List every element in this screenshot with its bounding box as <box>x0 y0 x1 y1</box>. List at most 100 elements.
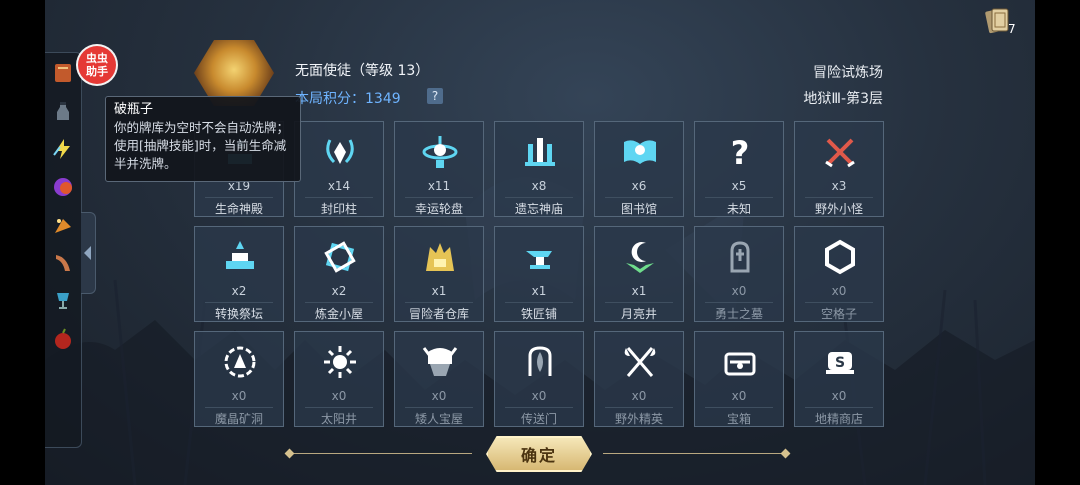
location-cell[interactable]: x0 矮人宝屋 <box>394 331 484 427</box>
location-label: 遗忘神庙 <box>514 202 563 216</box>
location-divider <box>305 197 373 198</box>
location-label: 未知 <box>726 202 751 216</box>
location-count: x2 <box>331 284 347 298</box>
location-cell[interactable]: x0 空格子 <box>794 226 884 322</box>
tomb-icon <box>730 241 750 273</box>
lightning-relic-icon[interactable] <box>51 137 75 161</box>
location-count: x0 <box>631 389 647 403</box>
confirm-button[interactable]: 确定 <box>486 436 592 472</box>
location-cell[interactable]: x2 炼金小屋 <box>294 226 384 322</box>
location-divider <box>605 407 673 408</box>
location-label: 图书馆 <box>620 202 657 216</box>
horn-relic-icon[interactable] <box>51 251 75 275</box>
location-count: x0 <box>731 389 747 403</box>
location-cell[interactable]: x0 勇士之墓 <box>694 226 784 322</box>
crossed-swords-icon <box>825 138 855 168</box>
location-cell[interactable]: x0 魔晶矿洞 <box>194 331 284 427</box>
game-screen: 虫虫 助手 破瓶子 你的牌库为空时不会自动洗牌；使用[抽牌技能]时，当前生命减半… <box>45 0 1035 485</box>
location-count: x1 <box>531 284 547 298</box>
location-divider <box>305 302 373 303</box>
location-divider <box>705 407 773 408</box>
location-cell[interactable]: x1 月亮井 <box>594 226 684 322</box>
location-count: x0 <box>831 389 847 403</box>
location-label: 野外小怪 <box>814 202 863 216</box>
helper-badge[interactable]: 虫虫 助手 <box>78 46 116 84</box>
location-divider <box>805 197 873 198</box>
goblet-relic-icon[interactable] <box>51 289 75 313</box>
location-label: 地精商店 <box>814 412 863 426</box>
location-label: 生命神殿 <box>214 202 263 216</box>
location-count: x3 <box>831 179 847 193</box>
location-label: 太阳井 <box>320 412 357 426</box>
score-help-button[interactable]: ? <box>427 88 443 104</box>
location-cell[interactable]: x1 铁匠铺 <box>494 226 584 322</box>
location-cell[interactable]: Sx0 地精商店 <box>794 331 884 427</box>
location-divider <box>605 302 673 303</box>
location-count: x0 <box>731 284 747 298</box>
location-label: 野外精英 <box>614 412 663 426</box>
location-label: 传送门 <box>520 412 557 426</box>
location-count: x5 <box>731 179 747 193</box>
location-divider <box>205 407 273 408</box>
location-count: x0 <box>231 389 247 403</box>
location-cell[interactable]: x0 太阳井 <box>294 331 384 427</box>
hero-name: 无面使徒（等级 13） <box>295 63 430 79</box>
location-cell[interactable]: x3 野外小怪 <box>794 121 884 217</box>
location-divider <box>505 407 573 408</box>
collapse-sidebar-button[interactable] <box>81 212 96 294</box>
location-label: 炼金小屋 <box>314 307 363 321</box>
location-cell[interactable]: x0 宝箱 <box>694 331 784 427</box>
apple-relic-icon[interactable] <box>51 327 75 351</box>
location-cell[interactable]: x6 图书馆 <box>594 121 684 217</box>
location-cell[interactable]: x11 幸运轮盘 <box>394 121 484 217</box>
location-cell[interactable]: ? x5 未知 <box>694 121 784 217</box>
location-label: 冒险者仓库 <box>408 307 469 321</box>
tooltip-description: 你的牌库为空时不会自动洗牌；使用[抽牌技能]时，当前生命减半并洗牌。 <box>114 120 290 171</box>
mode-floor: 地狱Ⅲ-第3层 <box>803 91 883 107</box>
seal-pillar-icon <box>326 139 354 164</box>
location-label: 铁匠铺 <box>520 307 557 321</box>
score-value: 1349 <box>365 91 401 107</box>
location-label: 矮人宝屋 <box>414 412 463 426</box>
location-cell[interactable]: x2 转换祭坛 <box>194 226 284 322</box>
location-cell[interactable]: x0 野外精英 <box>594 331 684 427</box>
dwarf-helmet-icon <box>422 347 458 376</box>
ruins-icon <box>525 138 555 166</box>
question-icon: ? <box>731 134 750 172</box>
location-label: 魔晶矿洞 <box>214 412 263 426</box>
svg-text:?: ? <box>731 134 750 172</box>
location-divider <box>705 302 773 303</box>
alchemy-icon <box>324 241 356 273</box>
location-count: x6 <box>631 179 647 193</box>
location-count: x8 <box>531 179 547 193</box>
divider-left <box>290 453 472 454</box>
location-cell[interactable]: x8 遗忘神庙 <box>494 121 584 217</box>
location-divider <box>505 302 573 303</box>
crossed-axes-icon <box>624 347 656 377</box>
scroll-relic-icon[interactable] <box>51 61 75 85</box>
orb-relic-icon[interactable] <box>51 175 75 199</box>
location-count: x11 <box>427 179 451 193</box>
broken-bottle-icon[interactable] <box>51 99 75 123</box>
location-cell[interactable]: x14 封印柱 <box>294 121 384 217</box>
mode-name: 冒险试炼场 <box>813 65 883 81</box>
location-divider <box>205 197 273 198</box>
moon-well-icon <box>626 242 654 273</box>
location-label: 勇士之墓 <box>714 307 763 321</box>
claw-relic-icon[interactable] <box>51 213 75 237</box>
location-cell[interactable]: x1 冒险者仓库 <box>394 226 484 322</box>
location-label: 封印柱 <box>320 202 357 216</box>
portal-icon <box>528 346 552 376</box>
location-count: x14 <box>327 179 351 193</box>
location-count: x0 <box>531 389 547 403</box>
location-count: x2 <box>231 284 247 298</box>
location-label: 月亮井 <box>620 307 657 321</box>
location-cell[interactable]: x0 传送门 <box>494 331 584 427</box>
location-count: x1 <box>431 284 447 298</box>
location-label: 幸运轮盘 <box>414 202 463 216</box>
location-divider <box>405 407 473 408</box>
sun-well-icon <box>324 346 356 378</box>
location-divider <box>405 197 473 198</box>
chest-icon <box>724 352 756 376</box>
tooltip-title: 破瓶子 <box>114 102 154 117</box>
